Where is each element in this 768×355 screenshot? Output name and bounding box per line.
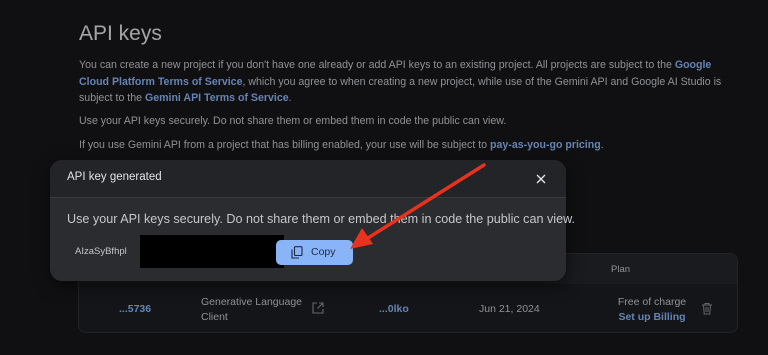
project-name-line1: Generative Language <box>201 296 302 308</box>
plan-value: Free of charge <box>617 296 687 308</box>
close-button[interactable] <box>531 169 551 189</box>
api-key-prefix: AIzaSyBfhpl <box>75 246 127 257</box>
dialog-message: Use your API keys securely. Do not share… <box>67 212 575 226</box>
plan-cell: Free of charge Set up Billing <box>587 295 717 325</box>
open-in-new-icon[interactable] <box>312 302 324 314</box>
dialog-header: API key generated <box>50 160 566 198</box>
intro-text-1: You can create a new project if you don'… <box>79 59 675 71</box>
close-icon <box>536 174 546 184</box>
copy-button-label: Copy <box>311 246 336 258</box>
billing-text: If you use Gemini API from a project tha… <box>79 139 491 151</box>
secure-note: Use your API keys securely. Do not share… <box>79 115 507 127</box>
dialog-title: API key generated <box>67 171 162 183</box>
billing-paragraph: If you use Gemini API from a project tha… <box>79 137 729 154</box>
project-id-link[interactable]: ...0lko <box>379 303 409 315</box>
api-key-display: AIzaSyBfhpl <box>67 235 284 268</box>
api-key-link[interactable]: ...5736 <box>119 303 151 315</box>
pricing-link[interactable]: pay-as-you-go pricing <box>490 139 601 151</box>
project-name: Generative Language Client <box>201 295 306 325</box>
set-up-billing-link[interactable]: Set up Billing <box>587 310 717 325</box>
copy-icon <box>291 246 303 259</box>
created-date: Jun 21, 2024 <box>479 303 540 315</box>
api-keys-page: API keys You can create a new project if… <box>0 0 768 355</box>
copy-button[interactable]: Copy <box>276 240 353 265</box>
plan-column-header: Plan <box>611 264 631 275</box>
trash-icon[interactable] <box>701 302 713 315</box>
intro-paragraph: You can create a new project if you don'… <box>79 57 729 107</box>
project-name-line2: Client <box>201 311 228 323</box>
billing-end: . <box>600 139 604 151</box>
gemini-terms-link[interactable]: Gemini API Terms of Service <box>145 92 289 104</box>
intro-text-3: . <box>288 92 292 104</box>
redacted-key-block <box>140 235 284 268</box>
page-title: API keys <box>79 22 162 45</box>
api-key-generated-dialog: API key generated Use your API keys secu… <box>50 160 575 281</box>
